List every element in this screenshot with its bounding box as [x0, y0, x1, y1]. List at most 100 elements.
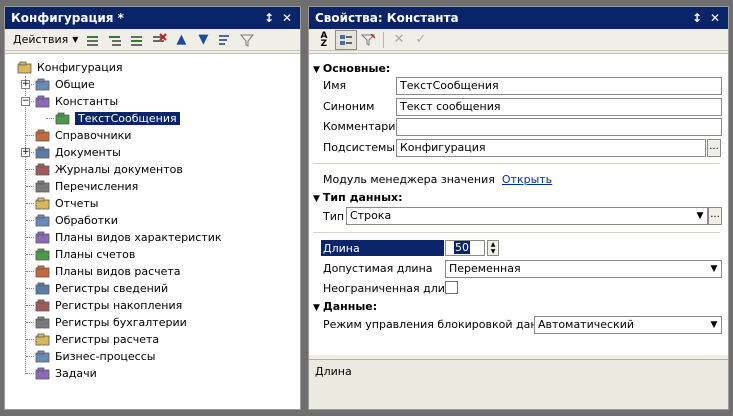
reports-icon [35, 197, 51, 211]
tree-item-label: Планы видов характеристик [55, 231, 222, 244]
tree-item[interactable]: Документы [35, 144, 121, 161]
close-icon[interactable]: ✕ [706, 7, 724, 29]
tree-connector [26, 237, 34, 238]
properties-title: Свойства: Константа [315, 11, 459, 25]
expand-icon[interactable]: + [21, 148, 30, 157]
name-field[interactable]: ТекстСообщения [396, 77, 722, 95]
type-dropdown[interactable]: Строка ▼ [346, 207, 708, 225]
add-icon[interactable] [82, 30, 104, 50]
tree-item[interactable]: Регистры расчета [35, 331, 159, 348]
section-data-type[interactable]: ▼ Тип данных: [313, 191, 403, 204]
tree-item[interactable]: Планы счетов [35, 246, 135, 263]
tree-item[interactable]: Конфигурация [17, 59, 123, 76]
tree-item-label: Регистры накопления [55, 299, 183, 312]
documents-icon [35, 146, 51, 160]
lock-mode-label: Режим управления блокировкой данных [323, 318, 560, 331]
delete-icon[interactable] [148, 30, 170, 50]
tree-connector [26, 203, 34, 204]
journals-icon [35, 163, 51, 177]
apply-icon[interactable]: ✓ [410, 30, 432, 50]
tree-item-label: Задачи [55, 367, 97, 380]
categorize-icon[interactable] [335, 29, 357, 50]
tree-item[interactable]: Задачи [35, 365, 97, 382]
tree-item[interactable]: Бизнес-процессы [35, 348, 155, 365]
configuration-tree[interactable]: Конфигурация + Общие − Константы ТекстСообщен… [5, 53, 300, 409]
collapse-icon[interactable]: − [21, 97, 30, 106]
chevron-down-icon[interactable]: ▼ [707, 261, 721, 277]
length-spinner[interactable]: ▲ ▼ [487, 240, 499, 256]
move-down-icon[interactable]: ▼ [192, 30, 214, 50]
subsystems-label: Подсистемы [323, 141, 396, 154]
tree-item-label: Документы [55, 146, 121, 159]
configuration-toolbar: Действия ▼ ▲ ▼ [5, 29, 300, 51]
subsystems-field[interactable]: Конфигурация [396, 139, 706, 157]
actions-menu-button[interactable]: Действия ▼ [9, 30, 82, 50]
configuration-title: Конфигурация * [11, 11, 124, 25]
move-up-icon[interactable]: ▲ [170, 30, 192, 50]
tree-item-label: Обработки [55, 214, 118, 227]
tree-item[interactable]: ТекстСообщения [55, 110, 180, 127]
tree-connector [26, 339, 34, 340]
tree-connector [26, 220, 34, 221]
type-label: Тип [323, 210, 345, 223]
tree-item-label: Справочники [55, 129, 132, 142]
synonym-field[interactable]: Текст сообщения [396, 98, 722, 116]
allowed-length-dropdown[interactable]: Переменная ▼ [445, 260, 722, 278]
property-description-text: Длина [315, 365, 352, 378]
close-icon[interactable]: ✕ [278, 7, 296, 29]
unlimited-length-checkbox[interactable] [445, 281, 458, 294]
tree-item-label: ТекстСообщения [75, 112, 180, 125]
sort-alpha-icon[interactable]: AZ [313, 30, 335, 50]
name-label: Имя [323, 79, 347, 92]
tree-guide-line [25, 76, 26, 374]
chevron-down-icon[interactable]: ▼ [707, 317, 721, 333]
property-description: Длина [309, 359, 728, 409]
pin-icon[interactable]: ↕ [688, 7, 706, 29]
sort-icon[interactable] [214, 30, 236, 50]
expand-icon[interactable]: + [21, 80, 30, 89]
comment-field[interactable] [396, 118, 722, 136]
configuration-titlebar: Конфигурация * ↕ ✕ [5, 7, 300, 29]
collapse-icon: ▼ [313, 65, 320, 75]
filter-icon[interactable] [357, 30, 379, 50]
section-data[interactable]: ▼ Данные: [313, 300, 377, 313]
tree-item[interactable]: Регистры сведений [35, 280, 168, 297]
lock-mode-dropdown[interactable]: Автоматический ▼ [534, 316, 722, 334]
config-icon [17, 61, 33, 75]
open-module-link[interactable]: Открыть [502, 173, 552, 186]
calc-registers-icon [35, 333, 51, 347]
tree-item[interactable]: Отчеты [35, 195, 98, 212]
tree-connector [26, 305, 34, 306]
clear-icon[interactable]: ✕ [388, 30, 410, 50]
properties-panel: Свойства: Константа ↕ ✕ AZ ✕ ✓ ▼ Основные… [308, 6, 729, 410]
add-child-icon[interactable] [104, 30, 126, 50]
tree-item-label: Регистры расчета [55, 333, 160, 346]
pin-icon[interactable]: ↕ [260, 7, 278, 29]
tree-item-label: Бизнес-процессы [55, 350, 156, 363]
tree-item[interactable]: Журналы документов [35, 161, 183, 178]
chevron-down-icon[interactable]: ▼ [693, 208, 707, 224]
constant-item-icon [55, 112, 71, 126]
tree-item[interactable]: Регистры накопления [35, 297, 182, 314]
tree-item[interactable]: Константы [35, 93, 118, 110]
type-select-button[interactable]: ... [708, 207, 722, 225]
tree-item[interactable]: Перечисления [35, 178, 138, 195]
tree-connector [26, 186, 34, 187]
length-field[interactable]: 50 [445, 240, 485, 256]
tree-item[interactable]: Планы видов расчета [35, 263, 181, 280]
section-basic[interactable]: ▼ Основные: [313, 62, 390, 75]
tree-item[interactable]: Обработки [35, 212, 118, 229]
value-manager-label: Модуль менеджера значения Открыть [323, 173, 553, 186]
subsystems-select-button[interactable]: ... [707, 139, 721, 157]
tree-item[interactable]: Справочники [35, 127, 131, 144]
toolbar-separator [383, 31, 384, 48]
tree-item[interactable]: Планы видов характеристик [35, 229, 222, 246]
collapse-icon: ▼ [313, 303, 320, 313]
tree-item-label: Планы видов расчета [55, 265, 181, 278]
synonym-label: Синоним [323, 100, 375, 113]
copy-icon[interactable] [126, 30, 148, 50]
tree-item[interactable]: Общие [35, 76, 95, 93]
tree-item[interactable]: Регистры бухгалтерии [35, 314, 187, 331]
filter-icon[interactable] [236, 30, 258, 50]
chevron-down-icon: ▼ [72, 35, 79, 44]
